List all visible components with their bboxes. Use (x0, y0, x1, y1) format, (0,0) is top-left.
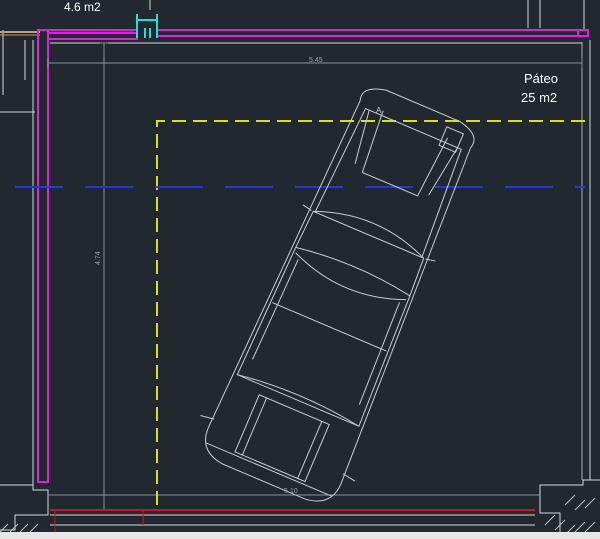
cad-viewport[interactable]: 4.6 m2 Páteo 25 m2 5.45 5.10 4.74 A (0, 0, 600, 539)
drawing-canvas (0, 0, 600, 539)
canvas-background (0, 0, 600, 539)
room-name-label: Páteo (524, 71, 558, 86)
dimension-bottom-label: 5.10 (284, 488, 298, 495)
bottom-strip (0, 532, 600, 539)
dimension-width-label: 5.45 (309, 57, 323, 64)
adjacent-room-area-label: 4.6 m2 (64, 0, 101, 14)
car-block-letter: A (376, 106, 382, 115)
room-area-label: 25 m2 (521, 90, 558, 105)
dimension-depth-label: 4.74 (95, 251, 102, 265)
